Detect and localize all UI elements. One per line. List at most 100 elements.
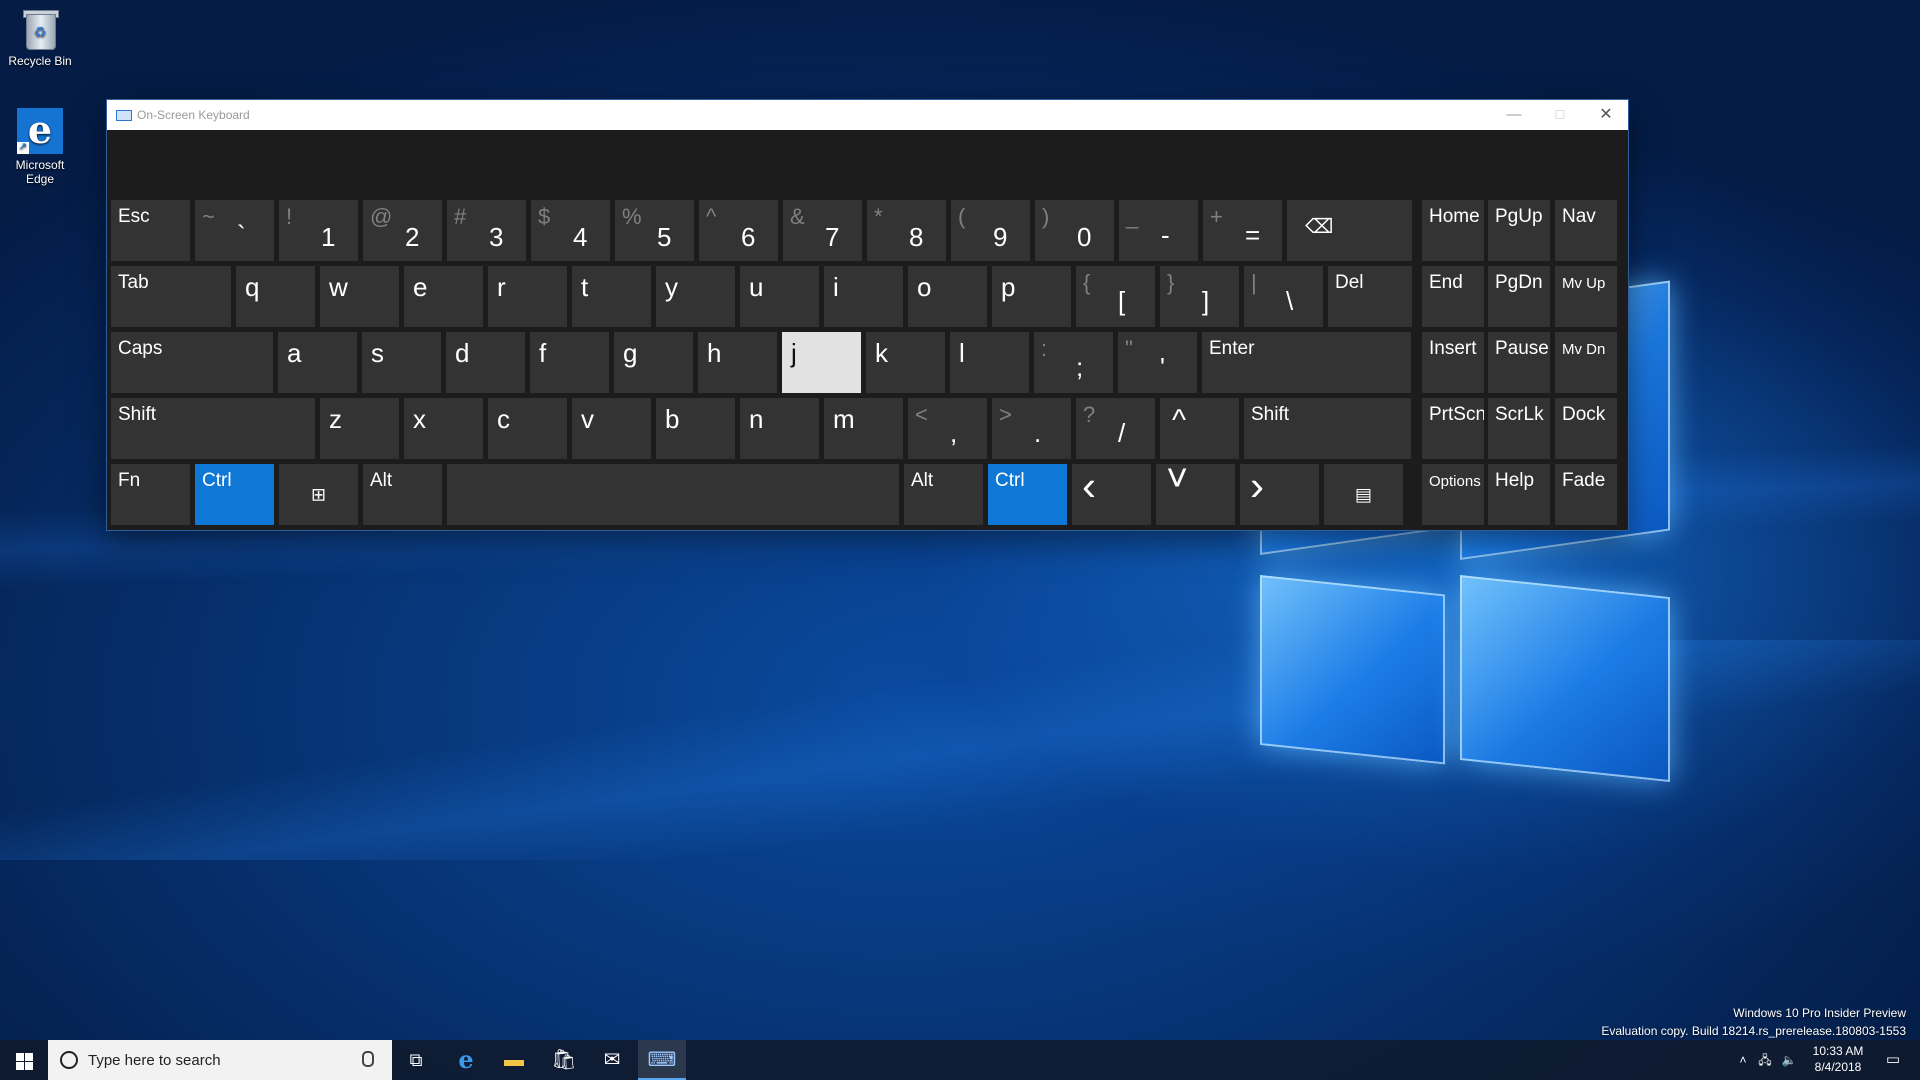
key-/[interactable]: ? /	[1076, 398, 1155, 459]
key-k[interactable]: k	[866, 332, 945, 393]
key-fade[interactable]: Fade	[1555, 464, 1617, 525]
key-v[interactable]: v	[572, 398, 651, 459]
key-shift[interactable]: Shift	[111, 398, 315, 459]
key-windows-key[interactable]: ⊞	[279, 464, 358, 525]
maximize-button[interactable]: ☐	[1537, 100, 1583, 130]
task-view-icon[interactable]: ⧉	[392, 1040, 440, 1080]
key-w[interactable]: w	[320, 266, 399, 327]
start-button[interactable]	[0, 1040, 48, 1080]
key-5[interactable]: % 5	[615, 200, 694, 261]
recycle-bin-shortcut[interactable]: ♻ Recycle Bin	[0, 6, 80, 68]
key-e[interactable]: e	[404, 266, 483, 327]
key-\[interactable]: | \	[1244, 266, 1323, 327]
mail-icon[interactable]: ✉	[588, 1040, 636, 1080]
key-g[interactable]: g	[614, 332, 693, 393]
key-`[interactable]: ~ `	[195, 200, 274, 261]
key-alt[interactable]: Alt	[363, 464, 442, 525]
key-nav[interactable]: Nav	[1555, 200, 1617, 261]
key-m[interactable]: m	[824, 398, 903, 459]
key-u[interactable]: u	[740, 266, 819, 327]
key-=[interactable]: + =	[1203, 200, 1282, 261]
key-arrow-up[interactable]: ^	[1160, 398, 1239, 459]
key-][interactable]: }]	[1160, 266, 1239, 327]
key-space[interactable]	[447, 464, 899, 525]
key-7[interactable]: & 7	[783, 200, 862, 261]
key-arrow-down[interactable]: ˅	[1156, 464, 1235, 525]
key-3[interactable]: #3	[447, 200, 526, 261]
key-l[interactable]: l	[950, 332, 1029, 393]
on-screen-keyboard-taskbar-icon[interactable]: ⌨	[638, 1040, 686, 1080]
key-mv-up[interactable]: Mv Up	[1555, 266, 1617, 327]
key-b[interactable]: b	[656, 398, 735, 459]
key-f[interactable]: f	[530, 332, 609, 393]
key-;[interactable]: :;	[1034, 332, 1113, 393]
key-home[interactable]: Home	[1422, 200, 1484, 261]
action-center-icon[interactable]: ▭	[1878, 1040, 1908, 1080]
key-n[interactable]: n	[740, 398, 819, 459]
microphone-icon[interactable]	[362, 1051, 374, 1067]
key-end[interactable]: End	[1422, 266, 1484, 327]
edge-shortcut[interactable]: e ↗ Microsoft Edge	[0, 108, 80, 187]
key-fn[interactable]: Fn	[111, 464, 190, 525]
key--[interactable]: _ -	[1119, 200, 1198, 261]
key-del[interactable]: Del	[1328, 266, 1412, 327]
key-alt[interactable]: Alt	[904, 464, 983, 525]
file-explorer-icon[interactable]: ▬	[490, 1040, 538, 1080]
key-0[interactable]: ) 0	[1035, 200, 1114, 261]
key-y[interactable]: y	[656, 266, 735, 327]
key-shift[interactable]: Shift	[1244, 398, 1411, 459]
key-x[interactable]: x	[404, 398, 483, 459]
key-'[interactable]: " '	[1118, 332, 1197, 393]
key-6[interactable]: ^ 6	[699, 200, 778, 261]
key-arrow-right[interactable]: ›	[1240, 464, 1319, 525]
key-o[interactable]: o	[908, 266, 987, 327]
volume-icon[interactable]: 🔈	[1777, 1040, 1801, 1080]
key-9[interactable]: (9	[951, 200, 1030, 261]
key-scrlk[interactable]: ScrLk	[1488, 398, 1550, 459]
key-1[interactable]: ! 1	[279, 200, 358, 261]
edge-taskbar-icon[interactable]: e	[442, 1040, 490, 1080]
chevron-up-icon[interactable]: ˄	[1733, 1040, 1753, 1080]
key-esc[interactable]: Esc	[111, 200, 190, 261]
key-8[interactable]: * 8	[867, 200, 946, 261]
key-enter[interactable]: Enter	[1202, 332, 1411, 393]
key-tab[interactable]: Tab	[111, 266, 231, 327]
key-i[interactable]: i	[824, 266, 903, 327]
key-dock[interactable]: Dock	[1555, 398, 1617, 459]
network-icon[interactable]: 🖧	[1753, 1040, 1777, 1080]
key-c[interactable]: c	[488, 398, 567, 459]
key-2[interactable]: @2	[363, 200, 442, 261]
key-[[interactable]: {[	[1076, 266, 1155, 327]
key-d[interactable]: d	[446, 332, 525, 393]
key-p[interactable]: p	[992, 266, 1071, 327]
search-box[interactable]: Type here to search	[48, 1040, 392, 1080]
clock[interactable]: 10:33 AM 8/4/2018	[1800, 1043, 1876, 1075]
key-backspace[interactable]: ⌫	[1287, 200, 1412, 261]
key-pgup[interactable]: PgUp	[1488, 200, 1550, 261]
key-j[interactable]: j	[782, 332, 861, 393]
store-icon[interactable]: 🛍	[540, 1040, 588, 1080]
minimize-button[interactable]: —	[1491, 100, 1537, 130]
key-pgdn[interactable]: PgDn	[1488, 266, 1550, 327]
key-ctrl[interactable]: Ctrl	[195, 464, 274, 525]
key-menu-key[interactable]: ▤	[1324, 464, 1403, 525]
key-pause[interactable]: Pause	[1488, 332, 1550, 393]
key-ctrl[interactable]: Ctrl	[988, 464, 1067, 525]
key-r[interactable]: r	[488, 266, 567, 327]
key-prtscn[interactable]: PrtScn	[1422, 398, 1484, 459]
key-q[interactable]: q	[236, 266, 315, 327]
key-s[interactable]: s	[362, 332, 441, 393]
key-help[interactable]: Help	[1488, 464, 1550, 525]
key-a[interactable]: a	[278, 332, 357, 393]
key-h[interactable]: h	[698, 332, 777, 393]
key-arrow-left[interactable]: ‹	[1072, 464, 1151, 525]
key-t[interactable]: t	[572, 266, 651, 327]
key-caps[interactable]: Caps	[111, 332, 273, 393]
key-options[interactable]: Options	[1422, 464, 1484, 525]
title-bar[interactable]: On-Screen Keyboard — ☐ ✕	[107, 100, 1628, 130]
key-z[interactable]: z	[320, 398, 399, 459]
key-mv-dn[interactable]: Mv Dn	[1555, 332, 1617, 393]
key-,[interactable]: <,	[908, 398, 987, 459]
key-insert[interactable]: Insert	[1422, 332, 1484, 393]
key-4[interactable]: $4	[531, 200, 610, 261]
